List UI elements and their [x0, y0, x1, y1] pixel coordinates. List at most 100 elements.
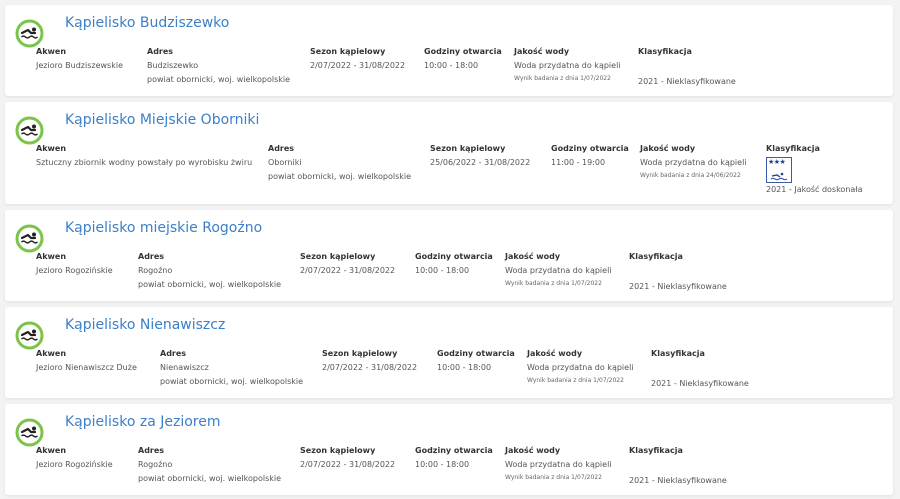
akwen-column: Akwen Jezioro Budziszewskie — [36, 47, 123, 73]
akwen-column: Akwen Sztuczny zbiornik wodny powstały p… — [36, 144, 252, 170]
jakosc-value: Woda przydatna do kąpieli — [505, 266, 612, 275]
klasyfikacja-value: 2021 - Nieklasyfikowane — [629, 282, 727, 291]
adres-line-1: Rogoźno — [138, 460, 173, 469]
swimming-icon — [15, 321, 44, 350]
badanie-date: Wynik badania z dnia 1/07/2022 — [514, 75, 611, 82]
sezon-label: Sezon kąpielowy — [310, 47, 386, 56]
klasyfikacja-value: 2021 - Nieklasyfikowane — [629, 476, 727, 485]
sezon-label: Sezon kąpielowy — [322, 349, 398, 358]
sezon-label: Sezon kąpielowy — [300, 252, 376, 261]
beach-title-link[interactable]: Kąpielisko Budziszewko — [65, 15, 229, 31]
adres-column: Adres Rogoźno powiat obornicki, woj. wie… — [138, 446, 281, 486]
godziny-label: Godziny otwarcia — [415, 252, 493, 261]
klasyfikacja-column: Klasyfikacja 2021 - Nieklasyfikowane — [629, 446, 727, 488]
jakosc-label: Jakość wody — [505, 252, 561, 261]
klasyfikacja-value: 2021 - Jakość doskonała — [766, 185, 863, 194]
jakosc-value: Woda przydatna do kąpieli — [514, 61, 621, 70]
beach-card: Kąpielisko miejskie Rogoźno Akwen Jezior… — [5, 210, 893, 301]
klasyfikacja-label: Klasyfikacja — [638, 47, 692, 56]
akwen-column: Akwen Jezioro Nienawiszcz Duże — [36, 349, 137, 375]
akwen-value: Jezioro Rogozińskie — [36, 266, 113, 275]
adres-line-2: powiat obornicki, woj. wielkopolskie — [147, 75, 291, 84]
adres-line-2: powiat obornicki, woj. wielkopolskie — [138, 280, 282, 289]
adres-line-1: Rogoźno — [138, 266, 173, 275]
akwen-label: Akwen — [36, 144, 67, 153]
jakosc-value: Woda przydatna do kąpieli — [505, 460, 612, 469]
klasyfikacja-value: 2021 - Nieklasyfikowane — [638, 77, 736, 86]
beach-card: Kąpielisko Nienawiszcz Akwen Jezioro Nie… — [5, 307, 893, 398]
sezon-value: 25/06/2022 - 31/08/2022 — [430, 158, 531, 167]
godziny-label: Godziny otwarcia — [415, 446, 493, 455]
godziny-label: Godziny otwarcia — [424, 47, 502, 56]
akwen-label: Akwen — [36, 349, 67, 358]
godziny-label: Godziny otwarcia — [437, 349, 515, 358]
godziny-value: 10:00 - 18:00 — [415, 266, 470, 275]
klasyfikacja-column: Klasyfikacja 2021 - Nieklasyfikowane — [638, 47, 736, 89]
godziny-column: Godziny otwarcia 10:00 - 18:00 — [424, 47, 502, 73]
jakosc-label: Jakość wody — [505, 446, 561, 455]
adres-label: Adres — [147, 47, 174, 56]
beach-title-link[interactable]: Kąpielisko za Jeziorem — [65, 414, 220, 430]
beach-title-link[interactable]: Kąpielisko miejskie Rogoźno — [65, 220, 262, 236]
excellent-quality-badge: ★★★ — [766, 157, 792, 183]
beach-card: Kąpielisko Budziszewko Akwen Jezioro Bud… — [5, 5, 893, 96]
akwen-column: Akwen Jezioro Rogozińskie — [36, 446, 113, 472]
swimmer-icon — [770, 172, 788, 181]
adres-label: Adres — [160, 349, 187, 358]
adres-label: Adres — [268, 144, 295, 153]
klasyfikacja-label: Klasyfikacja — [651, 349, 705, 358]
adres-label: Adres — [138, 446, 165, 455]
klasyfikacja-label: Klasyfikacja — [766, 144, 820, 153]
adres-column: Adres Budziszewko powiat obornicki, woj.… — [147, 47, 290, 87]
sezon-value: 2/07/2022 - 31/08/2022 — [300, 266, 396, 275]
klasyfikacja-column: Klasyfikacja 2021 - Nieklasyfikowane — [651, 349, 749, 391]
godziny-value: 10:00 - 18:00 — [424, 61, 479, 70]
swimming-icon — [15, 116, 44, 145]
klasyfikacja-column: Klasyfikacja 2021 - Nieklasyfikowane — [629, 252, 727, 294]
akwen-value: Jezioro Rogozińskie — [36, 460, 113, 469]
jakosc-label: Jakość wody — [640, 144, 696, 153]
adres-line-1: Oborniki — [268, 158, 302, 167]
swimming-icon — [15, 224, 44, 253]
sezon-column: Sezon kąpielowy 2/07/2022 - 31/08/2022 — [300, 252, 395, 278]
badanie-date: Wynik badania z dnia 1/07/2022 — [505, 280, 602, 287]
sezon-column: Sezon kąpielowy 2/07/2022 - 31/08/2022 — [322, 349, 417, 375]
akwen-value: Sztuczny zbiornik wodny powstały po wyro… — [36, 158, 253, 167]
godziny-value: 10:00 - 18:00 — [437, 363, 492, 372]
jakosc-column: Jakość wody Woda przydatna do kąpieli Wy… — [640, 144, 747, 180]
beach-title-link[interactable]: Kąpielisko Nienawiszcz — [65, 317, 225, 333]
beach-card: Kąpielisko za Jeziorem Akwen Jezioro Rog… — [5, 404, 893, 495]
adres-line-2: powiat obornicki, woj. wielkopolskie — [138, 474, 282, 483]
sezon-label: Sezon kąpielowy — [430, 144, 506, 153]
jakosc-label: Jakość wody — [514, 47, 570, 56]
sezon-value: 2/07/2022 - 31/08/2022 — [300, 460, 396, 469]
godziny-column: Godziny otwarcia 11:00 - 19:00 — [551, 144, 629, 170]
jakosc-column: Jakość wody Woda przydatna do kąpieli Wy… — [514, 47, 621, 83]
adres-line-1: Nienawiszcz — [160, 363, 209, 372]
jakosc-column: Jakość wody Woda przydatna do kąpieli Wy… — [505, 446, 612, 482]
godziny-label: Godziny otwarcia — [551, 144, 629, 153]
jakosc-column: Jakość wody Woda przydatna do kąpieli Wy… — [527, 349, 634, 385]
jakosc-label: Jakość wody — [527, 349, 583, 358]
akwen-value: Jezioro Budziszewskie — [36, 61, 123, 70]
badanie-date: Wynik badania z dnia 1/07/2022 — [527, 377, 624, 384]
akwen-label: Akwen — [36, 47, 67, 56]
adres-column: Adres Oborniki powiat obornicki, woj. wi… — [268, 144, 411, 184]
klasyfikacja-label: Klasyfikacja — [629, 252, 683, 261]
adres-column: Adres Rogoźno powiat obornicki, woj. wie… — [138, 252, 281, 292]
sezon-column: Sezon kąpielowy 2/07/2022 - 31/08/2022 — [310, 47, 405, 73]
beach-title-link[interactable]: Kąpielisko Miejskie Oborniki — [65, 112, 259, 128]
adres-column: Adres Nienawiszcz powiat obornicki, woj.… — [160, 349, 303, 389]
badanie-date: Wynik badania z dnia 1/07/2022 — [505, 474, 602, 481]
godziny-column: Godziny otwarcia 10:00 - 18:00 — [437, 349, 515, 375]
klasyfikacja-value: 2021 - Nieklasyfikowane — [651, 379, 749, 388]
sezon-column: Sezon kąpielowy 25/06/2022 - 31/08/2022 — [430, 144, 530, 170]
sezon-column: Sezon kąpielowy 2/07/2022 - 31/08/2022 — [300, 446, 395, 472]
godziny-value: 10:00 - 18:00 — [415, 460, 470, 469]
godziny-value: 11:00 - 19:00 — [551, 158, 606, 167]
adres-line-2: powiat obornicki, woj. wielkopolskie — [268, 172, 412, 181]
swimming-icon — [15, 418, 44, 447]
akwen-label: Akwen — [36, 252, 67, 261]
godziny-column: Godziny otwarcia 10:00 - 18:00 — [415, 252, 493, 278]
stars-icon: ★★★ — [768, 158, 786, 166]
